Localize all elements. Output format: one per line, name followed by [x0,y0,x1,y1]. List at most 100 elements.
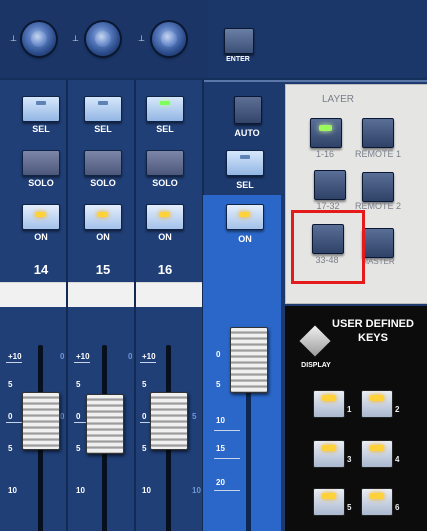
on-label: ON [238,234,252,244]
sel-button-ch14[interactable] [22,96,60,122]
solo-button-ch16[interactable] [146,150,184,176]
scribble-strip [0,282,66,307]
master-scale-label: 0 [216,350,221,359]
udk-led [370,395,384,401]
scale-tick [214,430,240,431]
user-key-5[interactable]: 5 [313,488,351,516]
fader-master[interactable] [230,327,268,393]
master-scale-label: 20 [216,478,225,487]
solo-label: SOLO [152,178,178,188]
scale-label: 0 [60,352,65,361]
master-scale-label: 10 [216,416,225,425]
on-label: ON [34,232,48,242]
user-key-4[interactable]: 4 [361,440,399,468]
scribble-strip [68,282,134,307]
channel-number: 16 [157,262,173,277]
udk-number: 6 [395,503,400,512]
mixing-console: ⊥ ⊥ ⊥ ENTER SEL SOLO ON 1 4 SEL SOLO ON 1… [0,0,436,531]
on-button-master[interactable] [226,204,264,230]
scale-label: 5 [8,380,13,389]
layer-button-remote-1[interactable] [362,118,394,148]
udk-led [322,493,336,499]
scale-label: +10 [8,352,22,361]
enter-button[interactable] [224,28,254,54]
console-panel: ⊥ ⊥ ⊥ ENTER SEL SOLO ON 1 4 SEL SOLO ON 1… [0,0,427,531]
display-label: DISPLAY [301,362,331,369]
solo-label: SOLO [28,178,54,188]
sel-label: SEL [236,180,254,190]
sel-led [160,101,170,105]
highlight-box [291,210,365,284]
sel-led [36,101,46,105]
on-led [239,212,250,217]
scale-label: 0 [76,412,81,421]
sel-button-ch16[interactable] [146,96,184,122]
scale-tick [140,362,156,363]
solo-button-ch14[interactable] [22,150,60,176]
top-section: ⊥ ⊥ ⊥ ENTER [0,0,427,82]
solo-label: SOLO [90,178,116,188]
udk-number: 3 [347,455,352,464]
auto-button[interactable] [234,96,262,124]
auto-label: AUTO [234,128,260,138]
user-key-3[interactable]: 3 [313,440,351,468]
fader-ch14[interactable] [22,392,60,450]
scale-label: 10 [192,486,201,495]
on-led [159,212,170,217]
user-key-1[interactable]: 1 [313,390,351,418]
layer-led [319,125,332,131]
layer-title: LAYER [321,94,355,105]
user-key-6[interactable]: 6 [361,488,399,516]
scale-label: 0 [128,352,133,361]
udk-title: USER DEFINED [332,318,414,330]
fader-ch16[interactable] [150,392,188,450]
sel-label: SEL [94,124,112,134]
scale-label: 10 [142,486,151,495]
edge-margin [427,0,436,531]
master-scale-label: 15 [216,444,225,453]
knob-marker-icon: ⊥ [138,34,145,43]
knob-row: ⊥ ⊥ ⊥ [0,0,209,78]
scale-tick [74,362,90,363]
layer-button-17-32[interactable] [314,170,346,200]
enter-label: ENTER [226,56,250,63]
on-button-ch14[interactable] [22,204,60,230]
sel-label: SEL [156,124,174,134]
on-led [97,212,108,217]
scale-label: 5 [8,444,13,453]
scale-label: +10 [142,352,156,361]
fader-ch15[interactable] [86,394,124,454]
udk-led [370,493,384,499]
on-label: ON [158,232,172,242]
rotary-knob[interactable] [86,22,120,56]
sel-led [240,155,250,159]
layer-button-remote-2[interactable] [362,172,394,202]
scale-tick [6,362,22,363]
udk-number: 4 [395,455,400,464]
udk-number: 2 [395,405,400,414]
scale-tick [6,422,22,423]
solo-button-ch15[interactable] [84,150,122,176]
user-key-2[interactable]: 2 [361,390,399,418]
udk-led [322,445,336,451]
scribble-strip [136,282,202,307]
udk-led [322,395,336,401]
on-button-ch15[interactable] [84,204,122,230]
rotary-knob[interactable] [22,22,56,56]
scale-label: 0 [60,412,65,421]
sel-button-ch15[interactable] [84,96,122,122]
on-button-ch16[interactable] [146,204,184,230]
layer-button-1-16[interactable] [310,118,342,148]
master-scale-label: 5 [216,380,221,389]
sel-led [98,101,108,105]
knob-marker-icon: ⊥ [72,34,79,43]
on-led [35,212,46,217]
udk-number: 5 [347,503,352,512]
scale-label: 0 [142,412,147,421]
rotary-knob[interactable] [152,22,186,56]
scale-label: 5 [192,412,197,421]
sel-button-master[interactable] [226,150,264,176]
on-label: ON [96,232,110,242]
layer-button-master[interactable] [362,228,394,258]
scale-tick [214,458,240,459]
